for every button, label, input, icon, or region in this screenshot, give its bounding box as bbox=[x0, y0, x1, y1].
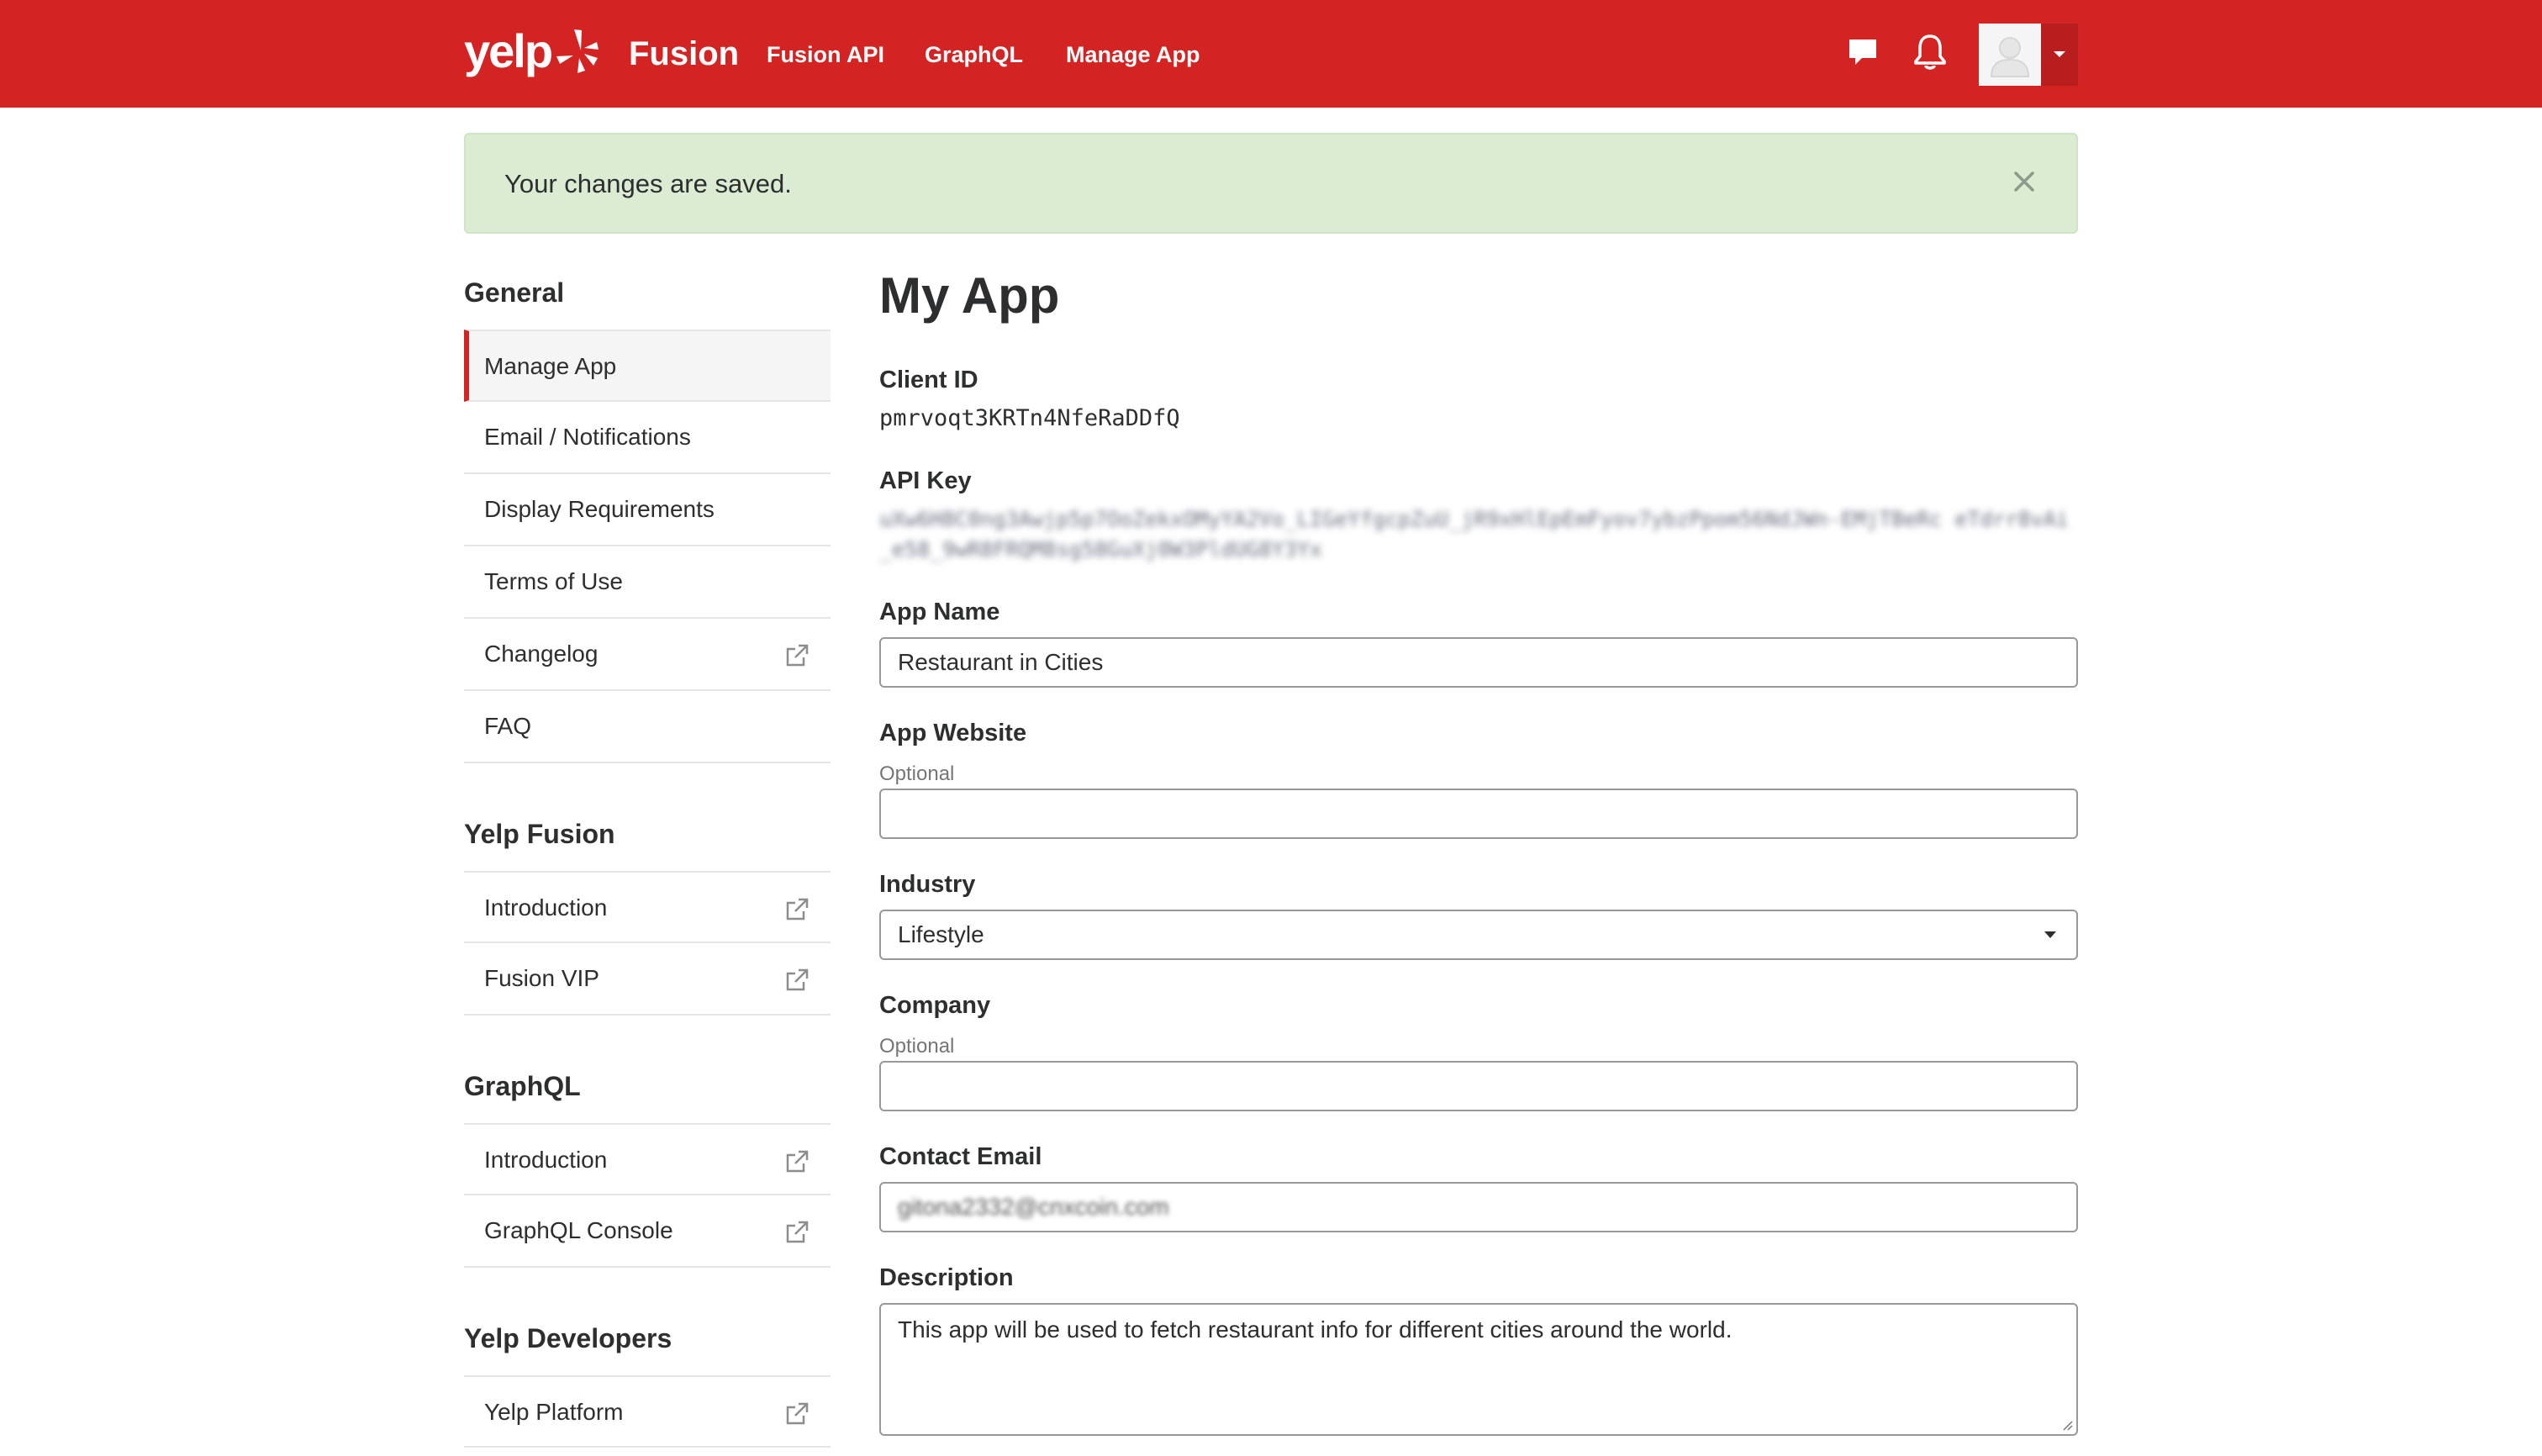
company-hint: Optional bbox=[879, 1035, 955, 1058]
nav-fusion-api[interactable]: Fusion API bbox=[767, 40, 884, 69]
sidebar-item-label: Introduction bbox=[484, 894, 608, 921]
external-link-icon bbox=[786, 968, 809, 991]
client-id-label: Client ID bbox=[879, 367, 978, 393]
sidebar-item-terms-of-use[interactable]: Terms of Use bbox=[464, 546, 831, 619]
sidebar-item-label: Display Requirements bbox=[484, 496, 715, 522]
external-link-icon bbox=[786, 898, 809, 921]
contact-email-value: gitona2332@cnxcoin.com bbox=[898, 1194, 1169, 1220]
description-textarea[interactable]: This app will be used to fetch restauran… bbox=[879, 1303, 2078, 1436]
sidebar-item-display-requirements[interactable]: Display Requirements bbox=[464, 474, 831, 546]
app-website-input[interactable] bbox=[879, 789, 2078, 839]
alert-message: Your changes are saved. bbox=[504, 169, 792, 198]
sidebar-item-label: Changelog bbox=[484, 641, 599, 667]
success-alert: Your changes are saved. bbox=[464, 133, 2078, 234]
sidebar-item-manage-app[interactable]: Manage App bbox=[464, 330, 831, 402]
yelp-logo[interactable]: yelp bbox=[464, 20, 599, 87]
client-id-value: pmrvoqt3KRTn4NfeRaDDfQ bbox=[879, 405, 1180, 431]
sidebar-heading-general: General bbox=[464, 277, 565, 308]
app-website-hint: Optional bbox=[879, 762, 955, 785]
nav-manage-app[interactable]: Manage App bbox=[1066, 40, 1200, 69]
bell-icon[interactable] bbox=[1910, 30, 1950, 74]
contact-email-label: Contact Email bbox=[879, 1143, 1042, 1170]
user-menu[interactable] bbox=[1979, 24, 2078, 86]
app-website-label: App Website bbox=[879, 720, 1027, 746]
sidebar-item-email-notifications[interactable]: Email / Notifications bbox=[464, 402, 831, 474]
description-label: Description bbox=[879, 1264, 1014, 1291]
sidebar-item-graphql-introduction[interactable]: Introduction bbox=[464, 1123, 831, 1195]
caret-down-icon[interactable] bbox=[2041, 24, 2078, 86]
resize-handle-icon[interactable] bbox=[2059, 1417, 2073, 1431]
chevron-down-icon bbox=[2044, 931, 2056, 938]
sidebar-item-label: Email / Notifications bbox=[484, 424, 691, 450]
contact-email-input[interactable]: gitona2332@cnxcoin.com bbox=[879, 1182, 2078, 1232]
sidebar-item-label: Terms of Use bbox=[484, 568, 623, 594]
sidebar-item-fusion-vip[interactable]: Fusion VIP bbox=[464, 943, 831, 1016]
sidebar-item-faq[interactable]: FAQ bbox=[464, 691, 831, 763]
page-title: My App bbox=[879, 267, 1060, 324]
yelp-burst-icon bbox=[556, 29, 599, 73]
app-name-value: Restaurant in Cities bbox=[898, 649, 1104, 675]
sidebar-item-yelp-platform[interactable]: Yelp Platform bbox=[464, 1375, 831, 1448]
sidebar-item-label: Introduction bbox=[484, 1147, 608, 1173]
sidebar-item-label: Fusion VIP bbox=[484, 965, 599, 991]
external-link-icon bbox=[786, 644, 809, 667]
company-input[interactable] bbox=[879, 1061, 2078, 1111]
sidebar-item-label: GraphQL Console bbox=[484, 1217, 673, 1243]
description-value: This app will be used to fetch restauran… bbox=[898, 1316, 1732, 1343]
sidebar-heading-yelp-developers: Yelp Developers bbox=[464, 1323, 672, 1353]
sidebar-item-label: Yelp Platform bbox=[484, 1399, 624, 1425]
top-navigation-bar: yelp Fusion Fusion API GraphQL Manage Ap… bbox=[0, 0, 2542, 108]
external-link-icon bbox=[786, 1150, 809, 1173]
industry-label: Industry bbox=[879, 871, 976, 898]
product-name[interactable]: Fusion bbox=[629, 34, 739, 74]
chat-bubble-icon[interactable] bbox=[1843, 30, 1883, 74]
nav-graphql[interactable]: GraphQL bbox=[925, 40, 1023, 69]
industry-select[interactable]: Lifestyle bbox=[879, 910, 2078, 960]
app-name-input[interactable]: Restaurant in Cities bbox=[879, 637, 2078, 688]
close-icon[interactable] bbox=[2006, 163, 2043, 200]
industry-value: Lifestyle bbox=[898, 921, 984, 947]
api-key-value: uXw6H8C0ng3Awjp5p7OoZekxOMyYA2Vo_LIGeYfg… bbox=[879, 507, 2069, 562]
sidebar-heading-graphql: GraphQL bbox=[464, 1071, 581, 1101]
sidebar-item-graphql-console[interactable]: GraphQL Console bbox=[464, 1195, 831, 1268]
sidebar-item-label: FAQ bbox=[484, 713, 532, 739]
external-link-icon bbox=[786, 1402, 809, 1425]
app-name-label: App Name bbox=[879, 599, 1000, 625]
external-link-icon bbox=[786, 1221, 809, 1243]
sidebar-item-changelog[interactable]: Changelog bbox=[464, 619, 831, 691]
sidebar-item-label: Manage App bbox=[484, 353, 617, 379]
sidebar-heading-yelp-fusion: Yelp Fusion bbox=[464, 819, 615, 849]
company-label: Company bbox=[879, 992, 991, 1019]
api-key-label: API Key bbox=[879, 467, 972, 494]
user-avatar-icon[interactable] bbox=[1979, 24, 2041, 86]
sidebar-item-fusion-introduction[interactable]: Introduction bbox=[464, 871, 831, 943]
yelp-logo-text: yelp bbox=[464, 24, 553, 77]
